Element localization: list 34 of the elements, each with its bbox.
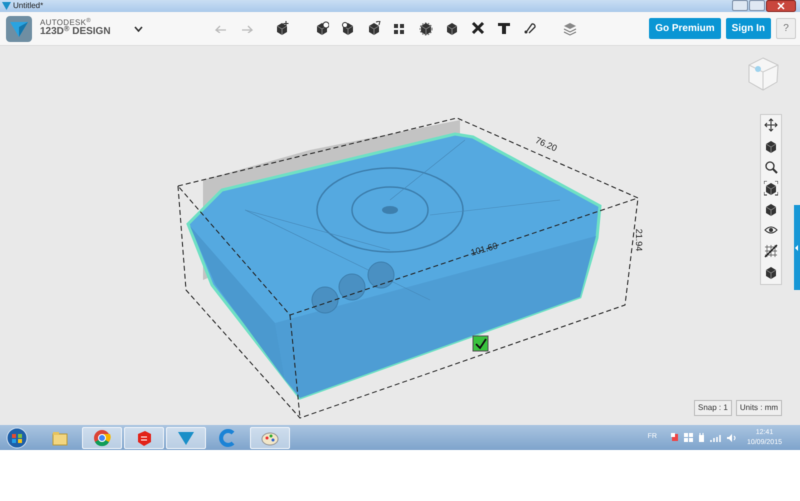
app-logo-icon[interactable] xyxy=(6,16,32,42)
restore-button[interactable] xyxy=(749,0,765,11)
window-title: Untitled* xyxy=(13,2,44,10)
close-button[interactable] xyxy=(766,0,796,12)
dimension-label: 21.94 xyxy=(634,228,644,252)
fit-icon[interactable] xyxy=(764,181,778,197)
units-status[interactable]: Units : mm xyxy=(736,400,782,416)
zoom-icon[interactable] xyxy=(764,160,778,176)
c-letter-icon xyxy=(219,428,237,446)
dimension-label: 101.60 xyxy=(470,240,499,258)
delete-icon[interactable] xyxy=(470,20,485,36)
minimize-button[interactable] xyxy=(732,0,748,11)
app-logo-icon xyxy=(2,2,11,10)
browser-icon xyxy=(93,428,111,446)
text-icon[interactable] xyxy=(496,20,511,36)
help-button[interactable]: ? xyxy=(776,18,796,39)
hide-grid-icon[interactable] xyxy=(764,244,778,260)
panel-toggle-tab[interactable] xyxy=(794,205,800,290)
taskbar-button[interactable] xyxy=(166,426,206,448)
chevron-down-icon[interactable] xyxy=(134,26,143,32)
tray-icon[interactable] xyxy=(670,433,679,442)
snap-status[interactable]: Snap : 1 xyxy=(694,400,732,416)
taskbar-button[interactable] xyxy=(250,426,290,448)
start-button[interactable] xyxy=(6,426,28,448)
dimension-label: 76.20 xyxy=(534,135,559,154)
checkmark-icon[interactable] xyxy=(472,336,488,352)
account-button[interactable]: Sign In xyxy=(726,18,771,39)
pan-icon[interactable] xyxy=(764,118,778,134)
taskbar-button[interactable] xyxy=(124,426,164,448)
add-box-icon[interactable] xyxy=(274,20,289,36)
taskbar-button[interactable] xyxy=(82,426,122,448)
materials-icon[interactable] xyxy=(562,20,577,36)
account-button[interactable]: Go Premium xyxy=(649,18,721,39)
brand-product: 123D$^{®}$ DESIGN xyxy=(40,27,111,38)
